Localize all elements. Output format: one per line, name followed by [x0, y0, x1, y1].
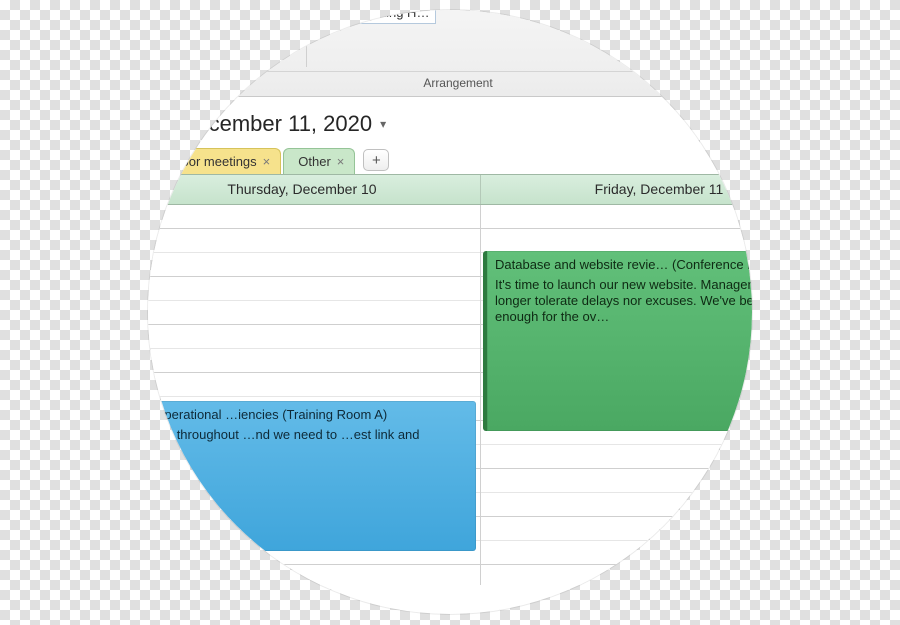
- ribbon-btn-label-top: Year: [252, 32, 278, 46]
- tab-label: Outdoor meetings: [153, 154, 256, 169]
- year-view-icon: [251, 10, 279, 30]
- add-tab-button[interactable]: +: [363, 149, 389, 171]
- close-icon[interactable]: ×: [337, 154, 345, 169]
- date-range-bar: …2020 - December 11, 2020 ▾: [148, 97, 752, 147]
- close-icon[interactable]: ×: [263, 154, 271, 169]
- tab-outdoor-meetings[interactable]: Outdoor meetings ×: [148, 148, 281, 174]
- day-column-headers: Thursday, December 10 Friday, December 1…: [148, 175, 752, 205]
- year-view-button[interactable]: Year View: [230, 10, 300, 67]
- ribbon-btn-label-top: Timeline: [169, 32, 218, 46]
- tab-other[interactable]: Other ×: [283, 148, 355, 174]
- timeline-view-button[interactable]: Timeline View: [158, 10, 228, 67]
- appointment-body: …sses remain throughout …nd we need to ……: [148, 427, 468, 443]
- tab-label: Other: [298, 154, 331, 169]
- ribbon-group-label: Arrangement: [148, 71, 752, 96]
- circle-crop: …nth View Timeline View Year View: [148, 10, 752, 614]
- appointment-title: …etermine operational …iencies (Training…: [148, 407, 468, 423]
- scheduler-app: …nth View Timeline View Year View: [148, 10, 752, 585]
- working-hours-icon: [332, 10, 350, 20]
- appointment-body: It's time to launch our new website. Man…: [495, 277, 752, 326]
- working-hours-label: Working H…: [356, 10, 429, 20]
- appointment-blue[interactable]: …etermine operational …iencies (Training…: [148, 401, 476, 551]
- day-column-friday[interactable]: Database and website revie… (Conference …: [481, 205, 752, 585]
- time-grid: …etermine operational …iencies (Training…: [148, 205, 752, 585]
- appointment-title: Database and website revie… (Conference …: [495, 257, 752, 273]
- working-hours-button[interactable]: Working H…: [325, 10, 436, 24]
- ribbon: …nth View Timeline View Year View: [148, 10, 752, 97]
- timeline-view-icon: [179, 10, 207, 30]
- column-header-friday[interactable]: Friday, December 11: [481, 175, 752, 204]
- day-column-thursday[interactable]: …etermine operational …iencies (Training…: [148, 205, 481, 585]
- ribbon-separator: [306, 10, 307, 67]
- month-view-button[interactable]: …nth View: [148, 10, 156, 67]
- ribbon-btn-label-bottom: View: [179, 46, 207, 60]
- calendar-tab-strip: …gs × Outdoor meetings × Other × +: [148, 147, 752, 175]
- date-range-dropdown-icon[interactable]: ▾: [380, 117, 386, 131]
- column-header-thursday[interactable]: Thursday, December 10: [148, 175, 481, 204]
- date-range-text: …2020 - December 11, 2020: [148, 111, 372, 137]
- appointment-green[interactable]: Database and website revie… (Conference …: [483, 251, 752, 431]
- ribbon-items: …nth View Timeline View Year View: [148, 10, 752, 67]
- ribbon-btn-label-bottom: View: [251, 46, 279, 60]
